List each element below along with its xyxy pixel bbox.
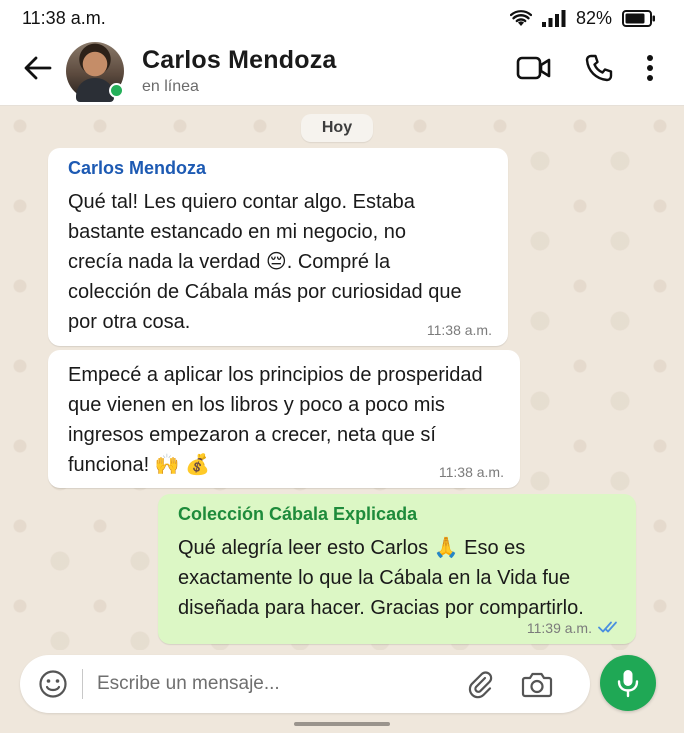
header-actions [516, 53, 684, 88]
message-meta: 11:38 a.m. [439, 464, 504, 480]
message-bubble-incoming[interactable]: Empecé a aplicar los principios de prosp… [48, 350, 520, 488]
contact-name: Carlos Mendoza [142, 45, 337, 74]
paperclip-icon [468, 671, 493, 699]
contact-status: en línea [142, 77, 199, 95]
avatar[interactable] [66, 41, 124, 102]
more-options-icon [646, 54, 654, 87]
message-meta: 11:39 a.m. [527, 620, 620, 636]
online-indicator [109, 82, 124, 98]
message-bubble-outgoing[interactable]: Colección Cábala Explicada Qué alegría l… [158, 494, 636, 644]
emoji-icon [39, 670, 67, 698]
status-time: 11:38 a.m. [22, 7, 106, 28]
emoji-button[interactable] [38, 669, 68, 699]
back-arrow-icon [24, 56, 52, 85]
battery-icon [622, 9, 656, 27]
contact-info[interactable]: Carlos Mendoza en línea [142, 46, 337, 96]
wifi-icon [509, 9, 532, 27]
message-time: 11:38 a.m. [438, 464, 504, 480]
chat-area[interactable]: Hoy Carlos Mendoza Qué tal! Les quiero c… [0, 106, 684, 650]
more-options-button[interactable] [646, 54, 654, 87]
video-call-button[interactable] [516, 55, 552, 86]
voice-message-button[interactable] [600, 655, 656, 711]
camera-button[interactable] [521, 670, 553, 698]
status-icons: 82% [509, 7, 656, 29]
message-sender: Colección Cábala Explicada [178, 504, 418, 524]
battery-percent: 82% [575, 7, 612, 28]
status-bar: 11:38 a.m. 82% [0, 0, 684, 36]
microphone-icon [617, 670, 639, 698]
message-time: 11:38 a.m. [426, 322, 492, 338]
date-separator: Hoy [301, 114, 373, 142]
input-divider [82, 669, 83, 699]
message-text: Empecé a aplicar los principios de prosp… [68, 364, 483, 476]
phone-icon [584, 53, 614, 88]
voice-call-button[interactable] [584, 53, 614, 88]
camera-icon [521, 672, 553, 698]
message-time: 11:39 a.m. [526, 620, 592, 636]
message-bubble-incoming[interactable]: Carlos Mendoza Qué tal! Les quiero conta… [48, 148, 508, 346]
message-text: Qué tal! Les quiero contar algo. Estaba … [68, 191, 462, 333]
home-indicator [294, 722, 390, 726]
attach-button[interactable] [465, 669, 495, 699]
message-sender: Carlos Mendoza [68, 158, 207, 178]
message-text: Qué alegría leer esto Carlos 🙏 Eso es ex… [178, 537, 584, 619]
video-call-icon [516, 55, 552, 86]
chat-header: Carlos Mendoza en línea [0, 36, 684, 106]
back-button[interactable] [20, 53, 56, 89]
message-composer [0, 650, 684, 733]
message-input-box[interactable] [20, 655, 590, 713]
double-check-icon [598, 620, 620, 636]
signal-icon [541, 9, 566, 27]
message-input[interactable] [97, 673, 457, 695]
message-meta: 11:38 a.m. [427, 322, 492, 338]
